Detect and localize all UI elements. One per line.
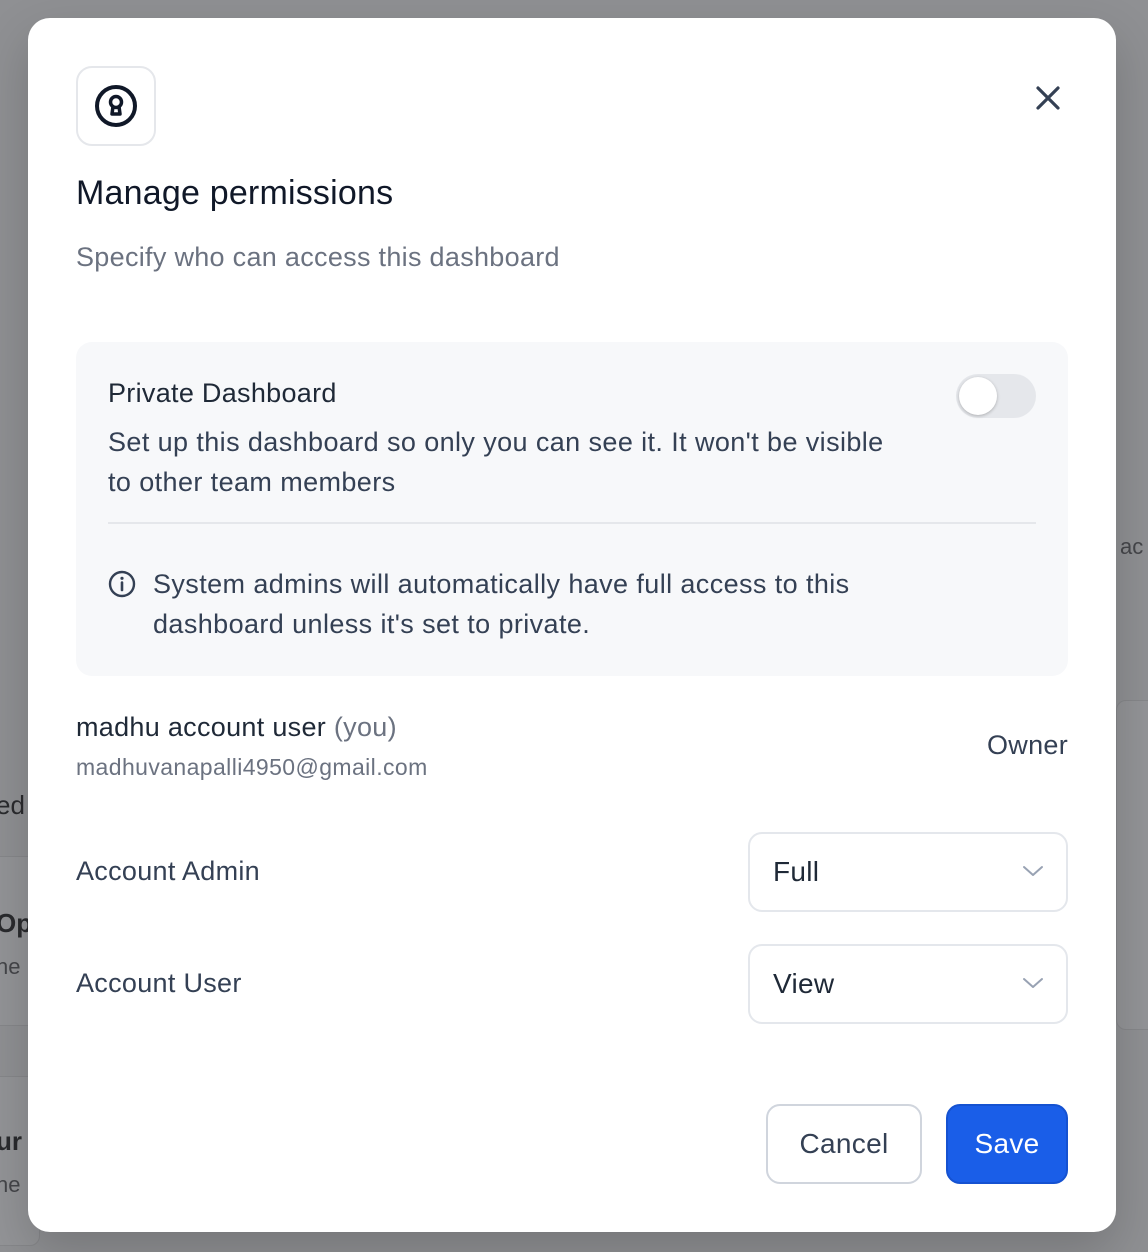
background-text: ac (1120, 534, 1144, 559)
close-button[interactable] (1030, 80, 1066, 116)
account-admin-permission-select[interactable]: Full (748, 832, 1068, 912)
background-text: ne (0, 1172, 21, 1197)
modal-title: Manage permissions (76, 174, 394, 212)
info-circle-icon (108, 570, 136, 598)
owner-you-tag: (you) (333, 712, 397, 742)
background-text: ne (0, 954, 21, 979)
toggle-knob (959, 377, 997, 415)
close-icon (1036, 86, 1060, 110)
permission-label-account-admin: Account Admin (76, 856, 261, 886)
owner-role: Owner (986, 730, 1068, 760)
select-value: View (773, 968, 835, 999)
private-dashboard-description: Set up this dashboard so only you can se… (108, 427, 884, 497)
save-button[interactable]: Save (946, 1104, 1068, 1184)
private-dashboard-toggle[interactable] (956, 374, 1036, 418)
modal-subtitle: Specify who can access this dashboard (76, 242, 560, 272)
divider (108, 522, 1036, 524)
cancel-button[interactable]: Cancel (766, 1104, 922, 1184)
account-user-permission-select[interactable]: View (748, 944, 1068, 1024)
admin-access-note: System admins will automatically have fu… (153, 569, 850, 639)
owner-email: madhuvanapalli4950@gmail.com (76, 754, 428, 780)
owner-name-text: madhu account user (76, 712, 327, 742)
keyhole-lock-icon-svg (95, 85, 137, 127)
private-dashboard-title: Private Dashboard (108, 378, 337, 408)
manage-permissions-modal: Manage permissions Specify who can acces… (28, 18, 1116, 1232)
owner-name: madhu account user (you) (76, 712, 397, 743)
chevron-down-icon (1023, 866, 1043, 876)
permission-label-account-user: Account User (76, 968, 242, 998)
background-text: ed (0, 790, 25, 820)
private-dashboard-panel: Private Dashboard Set up this dashboard … (76, 342, 1068, 676)
background-card (1116, 700, 1148, 1030)
keyhole-lock-icon (76, 66, 156, 146)
select-value: Full (773, 856, 820, 887)
background-text: ur (0, 1126, 22, 1156)
chevron-down-icon (1023, 978, 1043, 988)
